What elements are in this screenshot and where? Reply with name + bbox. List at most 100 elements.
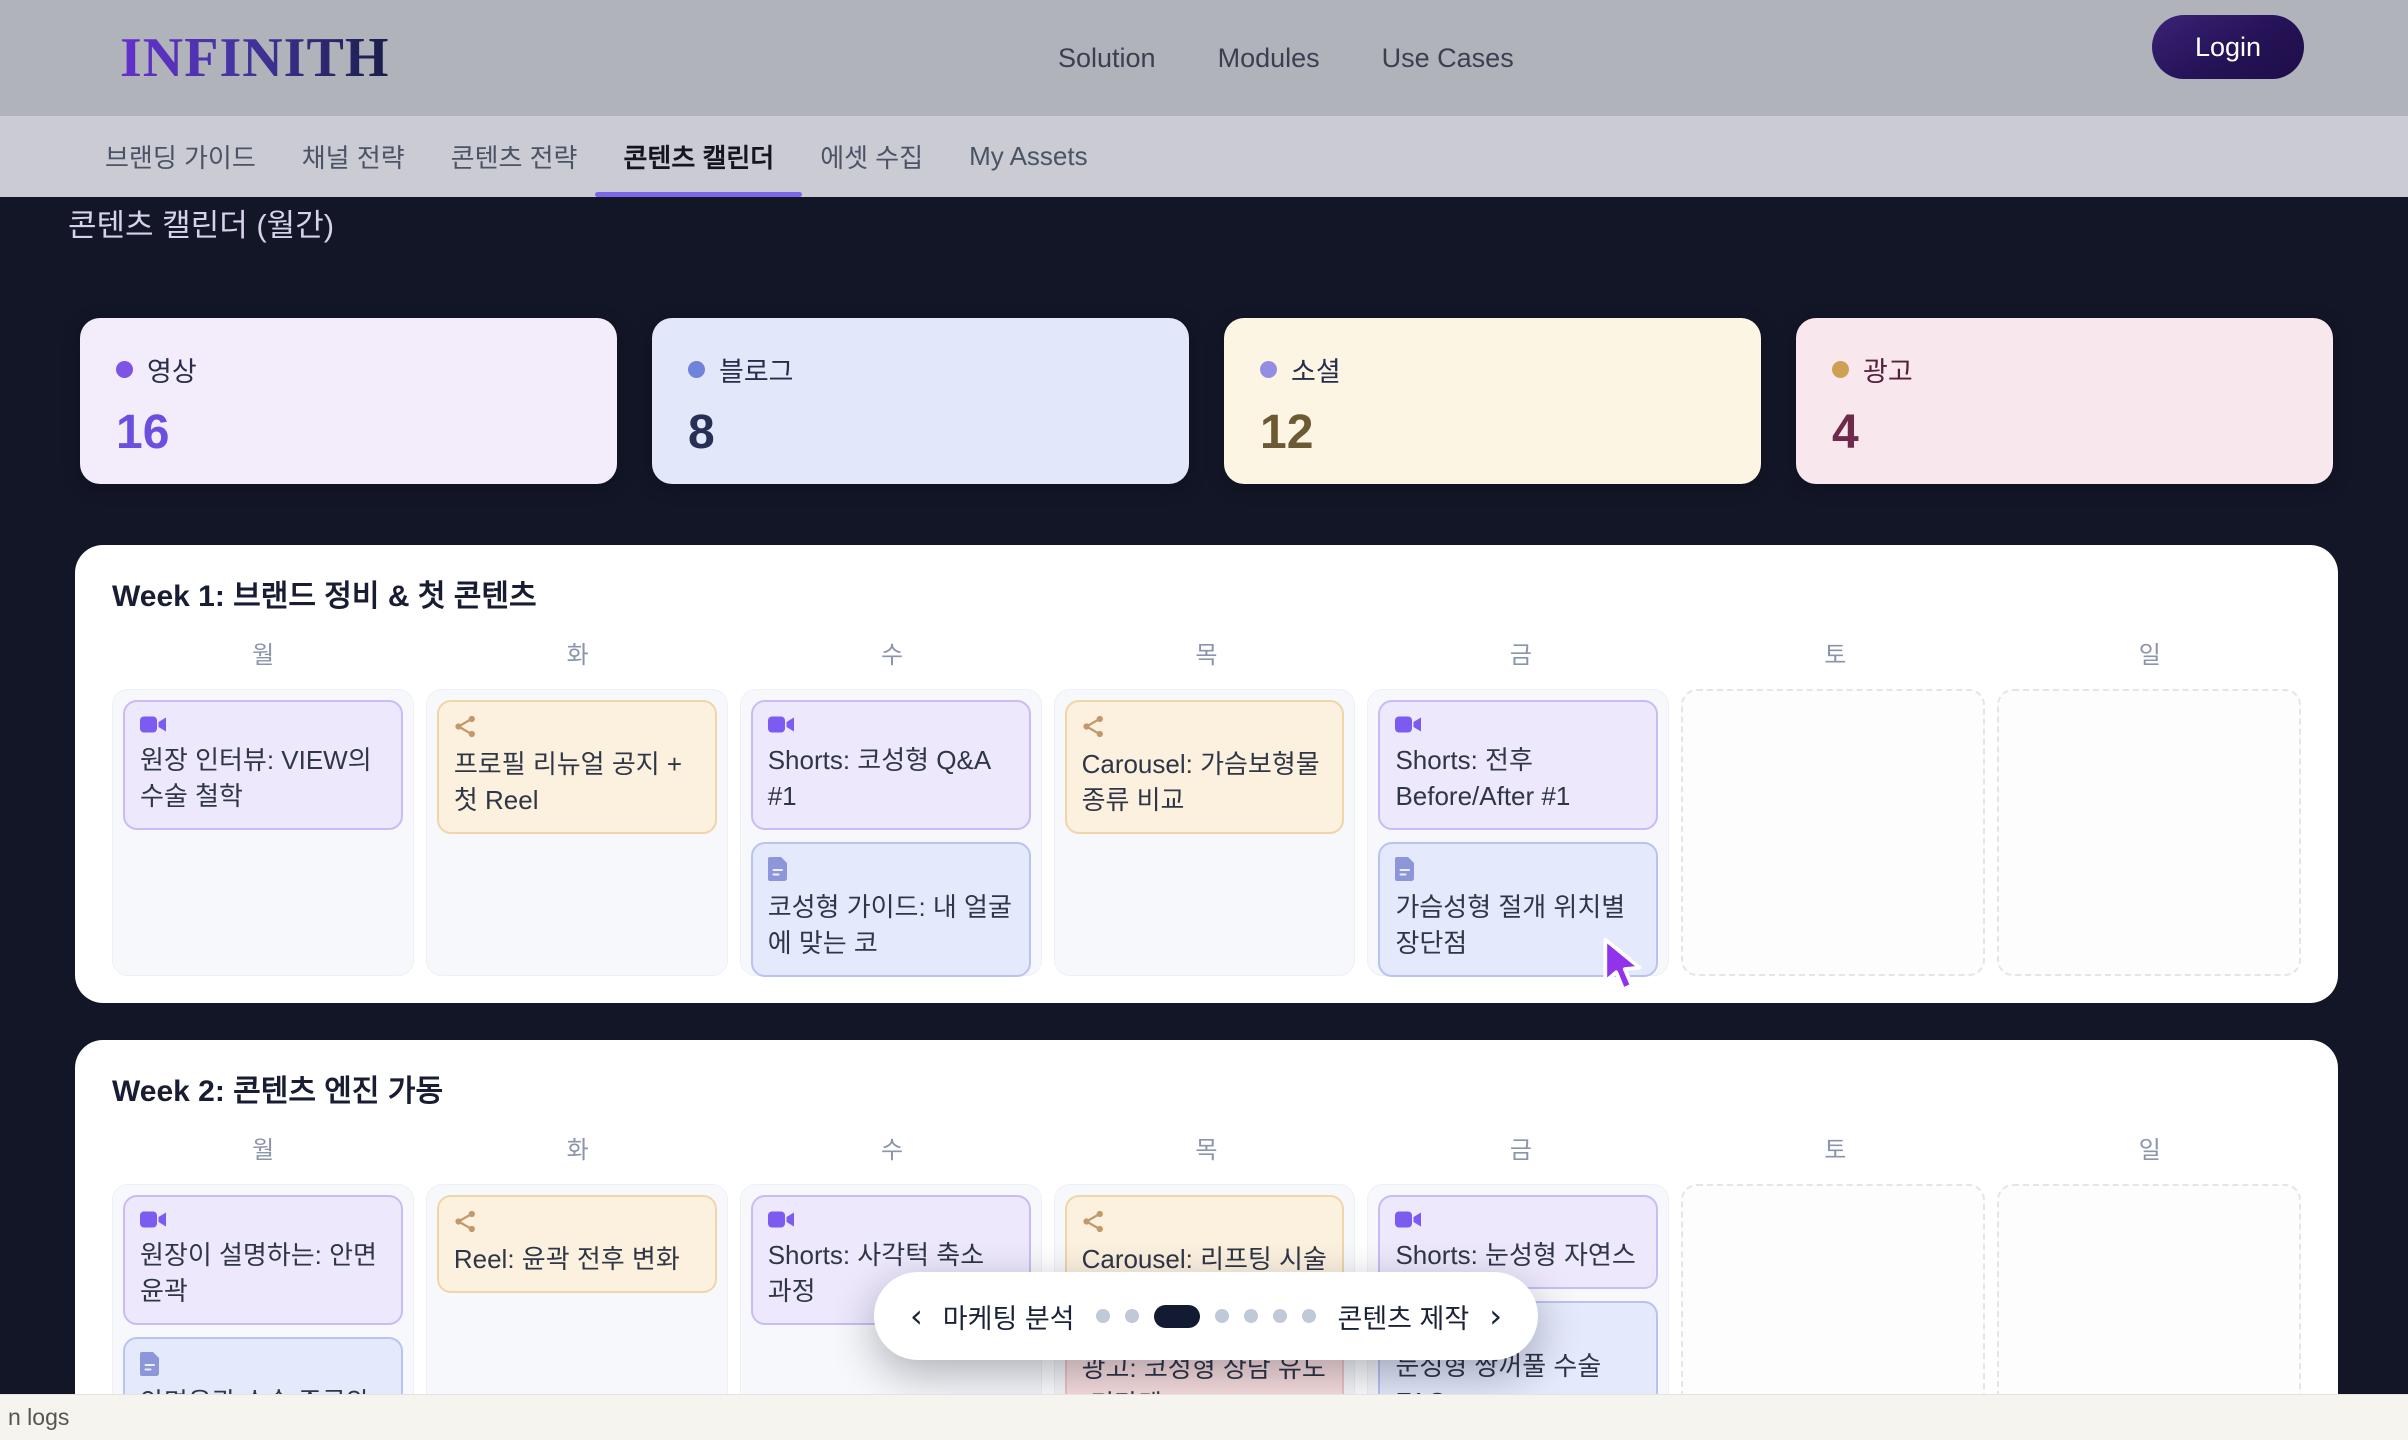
stat-card-label: 광고 <box>1863 350 1913 389</box>
weekday-label: 수 <box>741 641 1043 671</box>
stat-card-value: 12 <box>1260 405 1725 460</box>
weekday-label: 월 <box>112 641 414 671</box>
pager-dot[interactable] <box>1244 1309 1258 1323</box>
video-event-chip[interactable]: 원장 인터뷰: VIEW의 수술 철학 <box>123 700 403 830</box>
pager-prev-label: 마케팅 분석 <box>943 1297 1075 1336</box>
event-title: 원장 인터뷰: VIEW의 수술 철학 <box>140 743 386 815</box>
blog-event-chip[interactable]: 코성형 가이드: 내 얼굴에 맞는 코 <box>751 842 1031 977</box>
week-card-2: Week 2: 콘텐츠 엔진 가동월화수목금토일원장이 설명하는: 안면윤곽안면… <box>75 1040 2338 1440</box>
stat-card-value: 16 <box>116 405 581 460</box>
category-dot-icon <box>116 361 133 378</box>
day-cells-row: 원장 인터뷰: VIEW의 수술 철학 프로필 리뉴얼 공지 + 첫 Reel Sh… <box>112 689 2301 976</box>
day-cell-목: Carousel: 가슴보형물 종류 비교 <box>1054 689 1356 976</box>
event-title: Shorts: 전후 Before/After #1 <box>1395 743 1641 815</box>
event-title: 코성형 가이드: 내 얼굴에 맞는 코 <box>768 890 1014 962</box>
social-event-chip[interactable]: Carousel: 가슴보형물 종류 비교 <box>1065 700 1345 834</box>
pager-dot[interactable] <box>1096 1309 1110 1323</box>
weekday-label: 토 <box>1684 1136 1986 1166</box>
stat-card-블로그: 블로그 8 <box>652 318 1189 484</box>
video-event-chip[interactable]: 원장이 설명하는: 안면윤곽 <box>123 1195 403 1325</box>
social-event-chip[interactable]: 프로필 리뉴얼 공지 + 첫 Reel <box>437 700 717 834</box>
video-icon <box>140 1210 167 1229</box>
tab-channel-strategy[interactable]: 채널 전략 <box>302 116 405 197</box>
stat-card-영상: 영상 16 <box>80 318 617 484</box>
video-icon <box>140 715 167 734</box>
nav-link-modules[interactable]: Modules <box>1218 43 1320 74</box>
event-title: 가슴성형 절개 위치별 장단점 <box>1395 890 1641 962</box>
tab-my-assets[interactable]: My Assets <box>969 116 1087 197</box>
pager-dot[interactable] <box>1273 1309 1287 1323</box>
screen: INFINITH Solution Modules Use Cases Logi… <box>0 0 2408 1440</box>
weekday-label: 토 <box>1684 641 1986 671</box>
event-title: Reel: 윤곽 전후 변화 <box>454 1242 700 1278</box>
event-title: Shorts: 코성형 Q&A #1 <box>768 743 1014 815</box>
stat-card-header: 광고 <box>1832 350 2297 389</box>
top-header: INFINITH Solution Modules Use Cases Logi… <box>0 0 2408 116</box>
weekday-label: 화 <box>426 641 728 671</box>
day-cell-월: 원장 인터뷰: VIEW의 수술 철학 <box>112 689 414 976</box>
stat-card-소셜: 소셜 12 <box>1224 318 1761 484</box>
tab-content-calendar[interactable]: 콘텐츠 캘린더 <box>623 116 774 197</box>
event-title: 프로필 리뉴얼 공지 + 첫 Reel <box>454 747 700 819</box>
nav-link-use-cases[interactable]: Use Cases <box>1382 43 1514 74</box>
share-icon <box>1082 715 1105 738</box>
main-nav: Solution Modules Use Cases <box>1058 0 1514 116</box>
weekday-label: 일 <box>1999 1136 2301 1166</box>
blog-event-chip[interactable]: 가슴성형 절개 위치별 장단점 <box>1378 842 1658 977</box>
module-pager: ‹ 마케팅 분석 콘텐츠 제작 › <box>874 1272 1538 1360</box>
brand-logo: INFINITH <box>120 26 389 90</box>
event-title: Shorts: 눈성형 자연스 <box>1395 1238 1641 1274</box>
week-card-1: Week 1: 브랜드 정비 & 첫 콘텐츠월화수목금토일원장 인터뷰: VIE… <box>75 545 2338 1003</box>
weekday-label: 목 <box>1055 641 1357 671</box>
weekday-label: 월 <box>112 1136 414 1166</box>
tab-content-strategy[interactable]: 콘텐츠 전략 <box>451 116 578 197</box>
video-icon <box>1395 715 1422 734</box>
event-title: Carousel: 가슴보형물 종류 비교 <box>1082 747 1328 819</box>
pager-dot[interactable] <box>1215 1309 1229 1323</box>
category-dot-icon <box>688 361 705 378</box>
weekday-label: 일 <box>1999 641 2301 671</box>
stat-card-value: 8 <box>688 405 1153 460</box>
pager-next-button[interactable]: 콘텐츠 제작 › <box>1338 1297 1503 1336</box>
weekday-label: 목 <box>1055 1136 1357 1166</box>
pager-dot-active[interactable] <box>1154 1305 1200 1328</box>
tab-asset-collection[interactable]: 에셋 수집 <box>820 116 923 197</box>
stat-card-label: 소셜 <box>1291 350 1341 389</box>
weekday-header-row: 월화수목금토일 <box>112 641 2301 671</box>
weekday-label: 수 <box>741 1136 1043 1166</box>
page-title: 콘텐츠 캘린더 (월간) <box>68 200 334 245</box>
weekday-label: 금 <box>1370 641 1672 671</box>
stat-card-광고: 광고 4 <box>1796 318 2333 484</box>
stat-card-value: 4 <box>1832 405 2297 460</box>
document-icon <box>1395 857 1415 881</box>
nav-link-solution[interactable]: Solution <box>1058 43 1156 74</box>
module-tab-bar: 브랜딩 가이드 채널 전략 콘텐츠 전략 콘텐츠 캘린더 에셋 수집 My As… <box>0 116 2408 197</box>
pager-dots <box>1096 1305 1316 1328</box>
video-event-chip[interactable]: Shorts: 코성형 Q&A #1 <box>751 700 1031 830</box>
share-icon <box>454 715 477 738</box>
social-event-chip[interactable]: Reel: 윤곽 전후 변화 <box>437 1195 717 1293</box>
day-cell-금: Shorts: 전후 Before/After #1 가슴성형 절개 위치별 장단… <box>1367 689 1669 976</box>
pager-dot[interactable] <box>1302 1309 1316 1323</box>
pager-next-label: 콘텐츠 제작 <box>1338 1297 1470 1336</box>
log-bar-text: n logs <box>8 1404 69 1431</box>
stat-card-label: 블로그 <box>719 350 794 389</box>
video-icon <box>768 715 795 734</box>
pager-dot[interactable] <box>1125 1309 1139 1323</box>
log-bar: n logs <box>0 1394 2408 1440</box>
login-button[interactable]: Login <box>2152 15 2304 79</box>
stat-card-header: 영상 <box>116 350 581 389</box>
tab-branding-guide[interactable]: 브랜딩 가이드 <box>105 116 256 197</box>
stat-card-label: 영상 <box>147 350 197 389</box>
pager-prev-button[interactable]: ‹ 마케팅 분석 <box>910 1297 1075 1336</box>
stat-cards-row: 영상 16 블로그 8 소셜 12 광고 4 <box>80 318 2333 484</box>
video-event-chip[interactable]: Shorts: 전후 Before/After #1 <box>1378 700 1658 830</box>
day-cell-일 <box>1997 689 2301 976</box>
event-title: 원장이 설명하는: 안면윤곽 <box>140 1238 386 1310</box>
share-icon <box>454 1210 477 1233</box>
document-icon <box>140 1352 160 1376</box>
category-dot-icon <box>1260 361 1277 378</box>
chevron-right-icon: › <box>1489 1300 1502 1332</box>
document-icon <box>768 857 788 881</box>
weekday-header-row: 월화수목금토일 <box>112 1136 2301 1166</box>
